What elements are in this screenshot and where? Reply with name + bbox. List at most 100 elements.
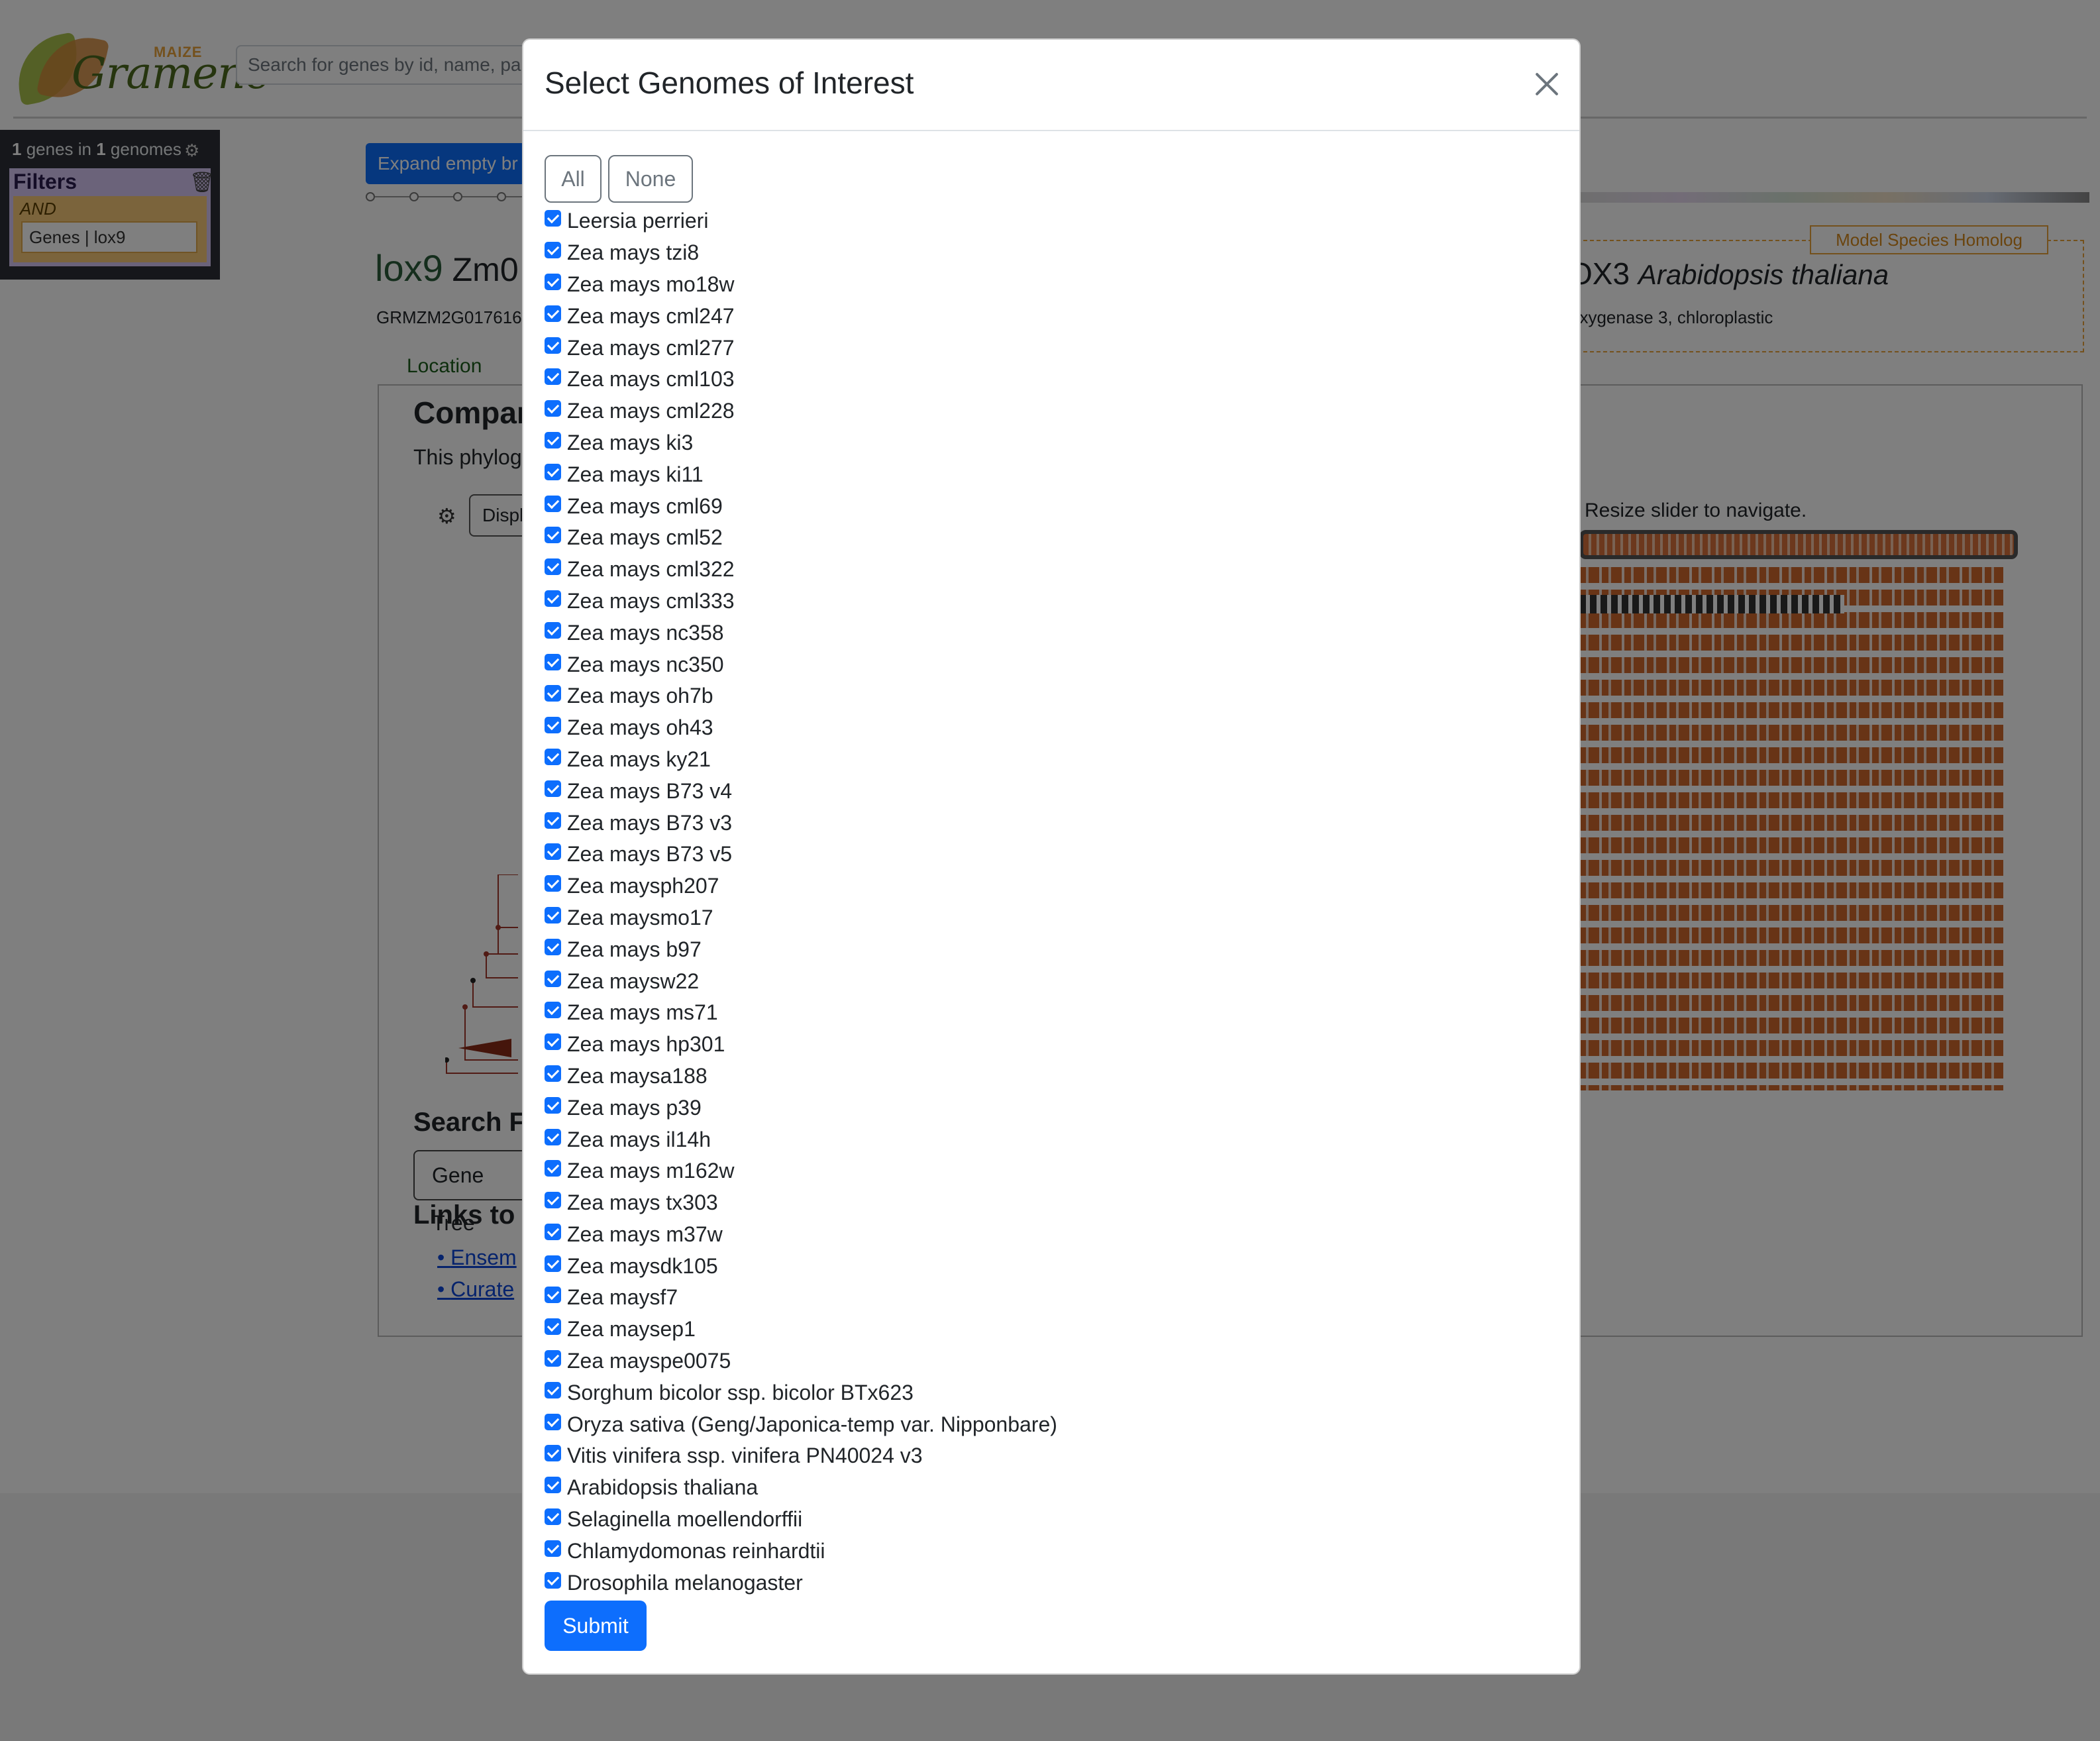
genome-option[interactable]: Zea maysep1 [545,1314,1538,1345]
genome-checkbox[interactable] [545,463,561,480]
genome-option[interactable]: Zea mays cml247 [545,300,1538,332]
genome-checkbox[interactable] [545,273,561,290]
genome-label: Zea mays B73 v3 [567,810,732,835]
genome-checkbox[interactable] [545,717,561,734]
genome-checkbox[interactable] [545,938,561,955]
genome-option[interactable]: Zea mays m162w [545,1155,1538,1187]
genome-checkbox[interactable] [545,558,561,576]
genome-option[interactable]: Zea mays hp301 [545,1029,1538,1061]
genome-label: Chlamydomonas reinhardtii [567,1538,825,1563]
genome-label: Zea mays cml322 [567,557,735,582]
genome-option[interactable]: Zea mays p39 [545,1092,1538,1124]
genome-option[interactable]: Chlamydomonas reinhardtii [545,1535,1538,1567]
genome-checkbox[interactable] [545,590,561,607]
genome-label: Zea maysep1 [567,1317,696,1342]
genome-checkbox[interactable] [545,1508,561,1526]
genome-checkbox[interactable] [545,1540,561,1557]
genome-option[interactable]: Zea mays tzi8 [545,237,1538,269]
genome-checkbox[interactable] [545,1571,561,1589]
genome-checkbox[interactable] [545,1192,561,1209]
genome-option[interactable]: Drosophila melanogaster [545,1567,1538,1599]
close-icon[interactable] [1530,68,1563,101]
submit-button[interactable]: Submit [545,1601,647,1651]
genome-checkbox[interactable] [545,780,561,797]
genome-checkbox[interactable] [545,621,561,639]
genome-checkbox[interactable] [545,1255,561,1272]
genome-checkbox[interactable] [545,843,561,861]
genome-option[interactable]: Zea mays oh43 [545,712,1538,744]
genome-option[interactable]: Zea mays nc358 [545,617,1538,649]
genome-option[interactable]: Zea maysmo17 [545,902,1538,934]
genome-option[interactable]: Zea mays b97 [545,933,1538,965]
genome-option[interactable]: Arabidopsis thaliana [545,1472,1538,1504]
genome-checkbox[interactable] [545,1096,561,1114]
genome-option[interactable]: Zea mays cml69 [545,490,1538,522]
genome-option[interactable]: Zea maysa188 [545,1061,1538,1092]
genome-checkbox[interactable] [545,748,561,765]
genome-checkbox[interactable] [545,210,561,227]
genome-label: Drosophila melanogaster [567,1570,803,1595]
genome-option[interactable]: Zea mays ki3 [545,427,1538,459]
genome-checkbox[interactable] [545,1033,561,1051]
genome-option[interactable]: Zea mays ms71 [545,997,1538,1029]
genome-option[interactable]: Zea maysw22 [545,965,1538,997]
genome-option[interactable]: Zea mays cml333 [545,586,1538,617]
genome-label: Zea mays ms71 [567,1000,718,1025]
genome-checkbox[interactable] [545,1350,561,1367]
genome-option[interactable]: Zea mays cml322 [545,554,1538,586]
genome-option[interactable]: Zea mays B73 v5 [545,839,1538,870]
genome-option[interactable]: Zea mays B73 v4 [545,775,1538,807]
genome-option[interactable]: Leersia perrieri [545,205,1538,237]
genome-checkbox[interactable] [545,970,561,987]
genome-option[interactable]: Zea mays mo18w [545,269,1538,301]
genome-checkbox[interactable] [545,653,561,670]
genome-option[interactable]: Zea mayspe0075 [545,1345,1538,1377]
genome-checkbox[interactable] [545,1160,561,1177]
genome-checkbox[interactable] [545,400,561,417]
genome-checkbox[interactable] [545,337,561,354]
genome-checkbox[interactable] [545,431,561,448]
genome-checkbox[interactable] [545,1445,561,1462]
genome-checkbox[interactable] [545,906,561,923]
genome-checkbox[interactable] [545,1128,561,1145]
genome-option[interactable]: Zea mays oh7b [545,680,1538,712]
genome-option[interactable]: Zea mays m37w [545,1219,1538,1251]
genome-checkbox[interactable] [545,812,561,829]
genome-option[interactable]: Zea mays nc350 [545,649,1538,680]
genome-option[interactable]: Vitis vinifera ssp. vinifera PN40024 v3 [545,1440,1538,1472]
genome-checkbox[interactable] [545,685,561,702]
genome-option[interactable]: Oryza sativa (Geng/Japonica-temp var. Ni… [545,1408,1538,1440]
genome-checkbox[interactable] [545,1318,561,1336]
genome-option[interactable]: Sorghum bicolor ssp. bicolor BTx623 [545,1377,1538,1408]
genome-option[interactable]: Zea mays cml103 [545,364,1538,396]
genome-label: Selaginella moellendorffii [567,1507,803,1532]
genome-checkbox[interactable] [545,1002,561,1019]
genome-option[interactable]: Zea maysf7 [545,1282,1538,1314]
genome-checkbox[interactable] [545,1223,561,1240]
genome-checkbox[interactable] [545,875,561,892]
genome-checkbox[interactable] [545,527,561,544]
genome-option[interactable]: Selaginella moellendorffii [545,1504,1538,1536]
genome-checkbox[interactable] [545,305,561,322]
genome-option[interactable]: Zea maysph207 [545,870,1538,902]
genome-checkbox[interactable] [545,368,561,386]
genome-checkbox[interactable] [545,1065,561,1082]
genome-label: Zea maysph207 [567,874,719,898]
genome-option[interactable]: Zea mays cml277 [545,332,1538,364]
genome-option[interactable]: Zea mays tx303 [545,1187,1538,1219]
genome-checkbox[interactable] [545,1381,561,1398]
genome-option[interactable]: Zea mays cml228 [545,396,1538,427]
genome-checkbox[interactable] [545,242,561,259]
genome-option[interactable]: Zea mays ki11 [545,458,1538,490]
genome-checkbox[interactable] [545,1413,561,1430]
select-none-button[interactable]: None [608,155,693,203]
genome-option[interactable]: Zea mays B73 v3 [545,807,1538,839]
genome-option[interactable]: Zea maysdk105 [545,1250,1538,1282]
genome-checkbox[interactable] [545,495,561,512]
genome-checkbox[interactable] [545,1477,561,1494]
genome-option[interactable]: Zea mays il14h [545,1124,1538,1155]
genome-checkbox[interactable] [545,1287,561,1304]
genome-option[interactable]: Zea mays cml52 [545,522,1538,554]
select-all-button[interactable]: All [545,155,602,203]
genome-option[interactable]: Zea mays ky21 [545,744,1538,776]
